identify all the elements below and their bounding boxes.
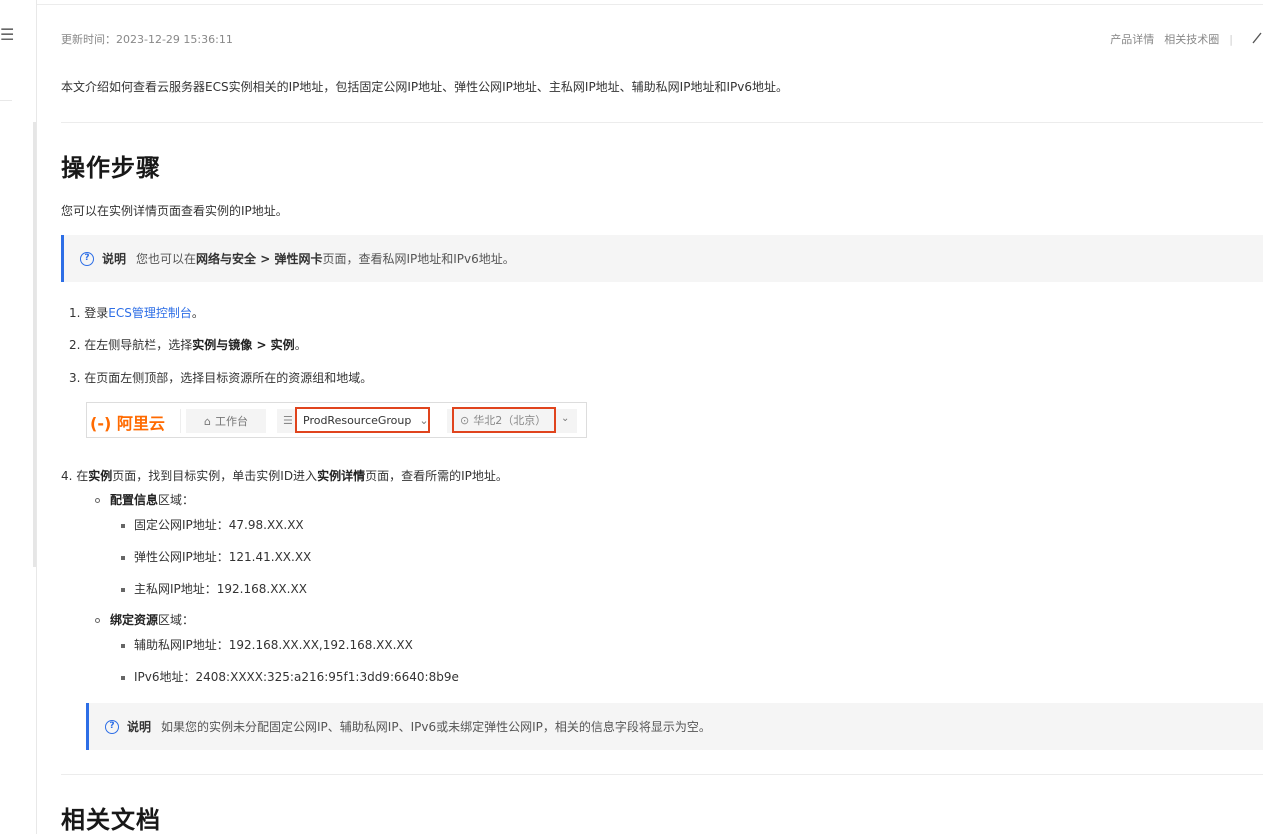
note-box: ? 说明 如果您的实例未分配固定公网IP、辅助私网IP、IPv6或未绑定弹性公网…: [86, 703, 1263, 750]
list-item: 固定公网IP地址：47.98.XX.XX: [121, 516, 304, 533]
top-links: 产品详情 相关技术圈 |: [1110, 31, 1233, 47]
bind-area-rest: 区域：: [158, 613, 195, 627]
list-item: 主私网IP地址：192.168.XX.XX: [121, 580, 307, 597]
note-text-bold: 网络与安全 > 弹性网卡: [196, 252, 323, 266]
section-desc: 您可以在实例详情页面查看实例的IP地址。: [61, 204, 288, 218]
section-title-related-docs: 相关文档: [61, 806, 161, 834]
menu-icon[interactable]: ☰: [0, 27, 14, 43]
step-1: 1. 登录ECS管理控制台。: [69, 304, 204, 321]
circle-bullet: [95, 498, 100, 503]
home-icon: ⌂: [204, 414, 211, 428]
step-1-end: 。: [191, 306, 204, 320]
list-icon: ☰: [283, 414, 293, 427]
square-bullet: [121, 587, 125, 592]
ecs-console-link[interactable]: ECS管理控制台: [108, 306, 192, 320]
chevron-down-icon: ⌄: [419, 413, 429, 427]
section-title-steps: 操作步骤: [61, 154, 161, 182]
product-details-link[interactable]: 产品详情: [1110, 31, 1154, 47]
fixed-public-ip: 固定公网IP地址：47.98.XX.XX: [134, 518, 304, 532]
note-box: ? 说明 您也可以在 网络与安全 > 弹性网卡 页面，查看私网IP地址和IPv6地址…: [61, 235, 1263, 282]
region-select: ⊙ 华北2（北京）: [452, 407, 556, 433]
help-icon: ?: [105, 719, 119, 734]
bind-area-label: 绑定资源区域：: [95, 611, 194, 628]
intro-text: 本文介绍如何查看云服务器ECS实例相关的IP地址，包括固定公网IP地址、弹性公网…: [61, 80, 788, 94]
workbench-tab: ⌂ 工作台: [186, 409, 266, 433]
step-2: 2. 在左侧导航栏，选择实例与镜像 > 实例。: [69, 336, 307, 353]
left-rail: ☰: [0, 0, 37, 834]
ipv6-address: IPv6地址：2408:XXXX:325:a216:95f1:3dd9:6640…: [134, 670, 459, 684]
note-text-pre: 您也可以在: [136, 252, 197, 266]
square-bullet: [121, 675, 125, 680]
divider: [61, 774, 1263, 775]
config-area-bold: 配置信息: [110, 493, 159, 507]
scrollbar[interactable]: [33, 122, 36, 567]
primary-private-ip: 主私网IP地址：192.168.XX.XX: [134, 582, 307, 596]
step-3: 3. 在页面左侧顶部，选择目标资源所在的资源组和地域。: [69, 371, 373, 385]
note-text: 如果您的实例未分配固定公网IP、辅助私网IP、IPv6或未绑定弹性公网IP，相关…: [161, 720, 711, 734]
step-2-text: 2. 在左侧导航栏，选择: [69, 338, 193, 352]
config-area-rest: 区域：: [158, 493, 195, 507]
bind-area-bold: 绑定资源: [110, 613, 159, 627]
square-bullet: [121, 555, 125, 560]
step-1-text: 1. 登录: [69, 306, 109, 320]
note-title: 说明: [127, 720, 152, 734]
region-value: 华北2（北京）: [473, 414, 547, 427]
step-4-text-2: 页面，找到目标实例，单击实例ID进入: [112, 469, 318, 483]
secondary-private-ip: 辅助私网IP地址：192.168.XX.XX,192.168.XX.XX: [134, 638, 413, 652]
config-area-label: 配置信息区域：: [95, 491, 194, 508]
step-2-bold: 实例与镜像 > 实例: [192, 338, 295, 352]
square-bullet: [121, 523, 125, 528]
rail-divider: [0, 100, 12, 101]
help-icon: ?: [80, 251, 94, 266]
step-4-bold-2: 实例详情: [317, 469, 366, 483]
console-screenshot: (-) 阿里云 ⌂ 工作台 ☰ ProdResourceGroup ⌄ ⊙ 华北…: [86, 402, 587, 438]
circle-bullet: [95, 618, 100, 623]
location-icon: ⊙: [460, 413, 470, 427]
aliyun-logo: (-) 阿里云: [90, 414, 165, 433]
workbench-label: 工作台: [214, 415, 248, 428]
top-divider: [37, 4, 1263, 5]
link-separator: |: [1229, 32, 1233, 46]
pin-icon[interactable]: [1251, 30, 1263, 44]
list-item: 弹性公网IP地址：121.41.XX.XX: [121, 548, 311, 565]
logo-divider: [180, 409, 181, 433]
update-time: 更新时间：2023-12-29 15:36:11: [61, 33, 233, 46]
resource-group-value: ProdResourceGroup: [303, 413, 412, 427]
step-4: 4. 在实例页面，找到目标实例，单击实例ID进入实例详情页面，查看所需的IP地址…: [61, 467, 508, 484]
note-text-post: 页面，查看私网IP地址和IPv6地址。: [322, 252, 515, 266]
note-title: 说明: [102, 252, 127, 266]
elastic-public-ip: 弹性公网IP地址：121.41.XX.XX: [134, 550, 312, 564]
step-2-end: 。: [294, 338, 307, 352]
list-item: 辅助私网IP地址：192.168.XX.XX,192.168.XX.XX: [121, 636, 413, 653]
step-4-text: 4. 在: [61, 469, 89, 483]
step-4-bold-1: 实例: [88, 469, 113, 483]
step-4-text-3: 页面，查看所需的IP地址。: [365, 469, 508, 483]
square-bullet: [121, 643, 125, 648]
resource-group-select: ProdResourceGroup ⌄: [295, 407, 430, 433]
list-item: IPv6地址：2408:XXXX:325:a216:95f1:3dd9:6640…: [121, 668, 459, 685]
related-tech-link[interactable]: 相关技术圈: [1164, 31, 1219, 47]
chevron-down-icon: ⌄: [561, 413, 570, 424]
divider: [61, 122, 1263, 123]
